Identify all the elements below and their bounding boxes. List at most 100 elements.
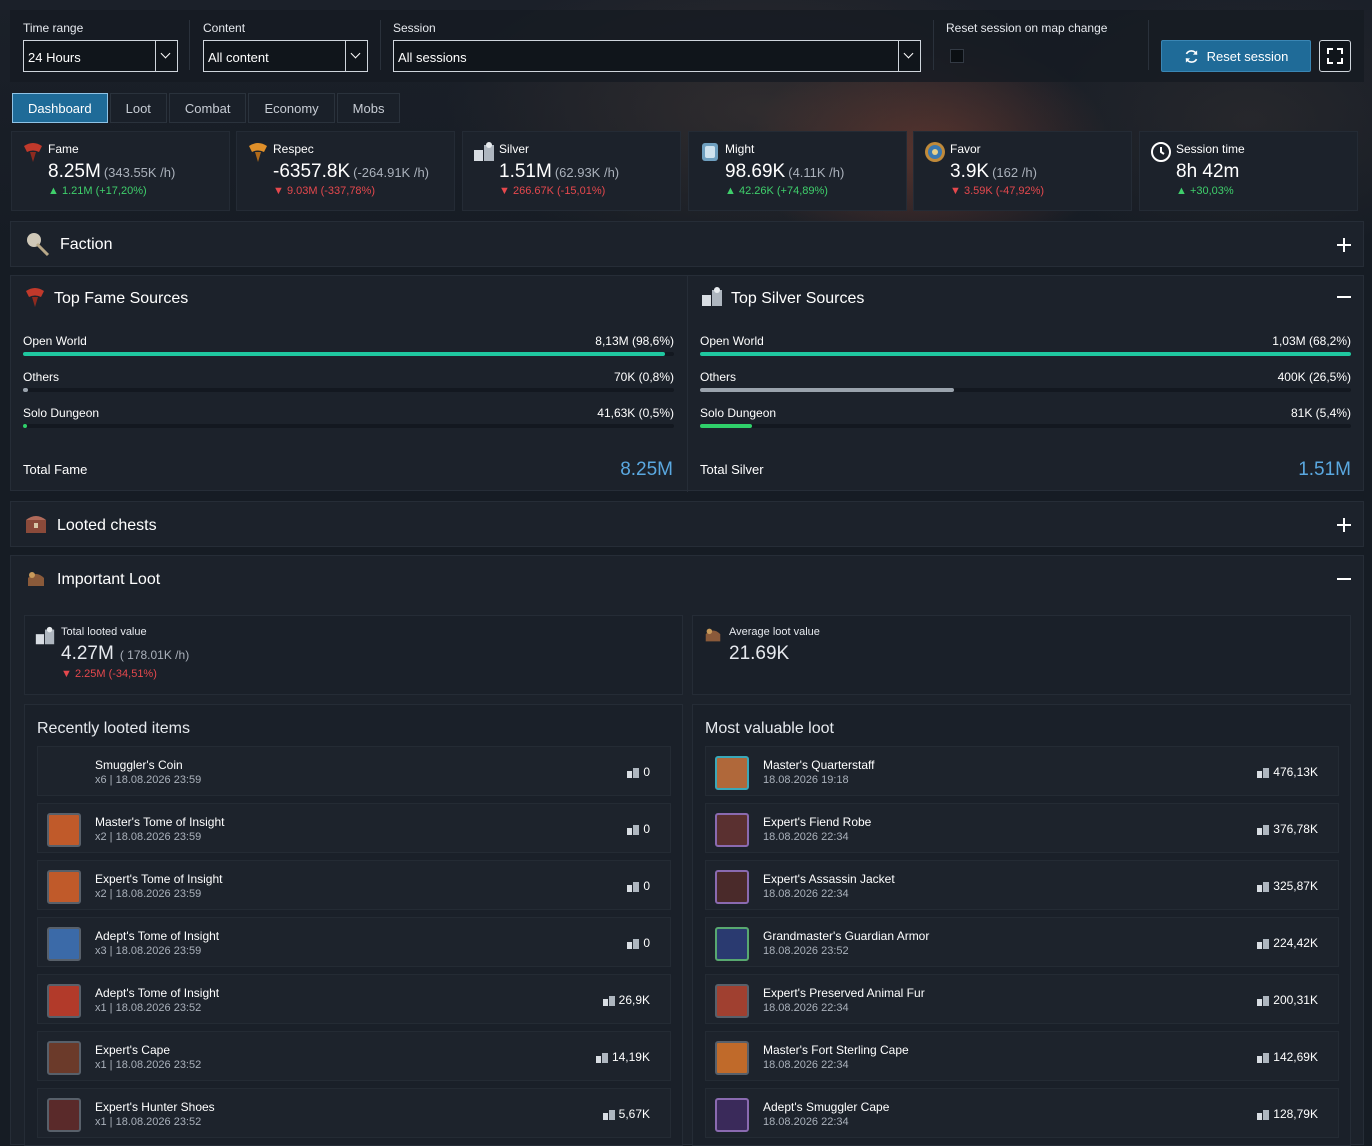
list-item[interactable]: Grandmaster's Guardian Armor 18.08.2026 2… (705, 917, 1339, 967)
item-icon (47, 813, 81, 847)
item-icon (715, 984, 749, 1018)
bar-fill (23, 352, 665, 356)
clock-icon (1151, 142, 1171, 162)
item-price: 376,78K (1257, 822, 1318, 836)
list-item[interactable]: Master's Tome of Insight x2 | 18.08.2026 … (37, 803, 671, 853)
silver-source-row: Others 400K (26,5%) (700, 370, 1351, 384)
item-price: 5,67K (602, 1107, 650, 1121)
item-name: Grandmaster's Guardian Armor (763, 929, 930, 943)
collapse-icon[interactable] (1337, 572, 1351, 586)
stat-card-fame: Fame 8.25M (343.55K /h) ▲ 1.21M (+17,20%) (11, 131, 230, 211)
looted-chests-panel[interactable]: Looted chests (10, 501, 1364, 547)
item-name: Smuggler's Coin (95, 758, 183, 772)
item-name: Expert's Hunter Shoes (95, 1100, 215, 1114)
stat-card-respec: Respec -6357.8K (-264.91K /h) ▼ 9.03M (-3… (236, 131, 455, 211)
item-icon (47, 756, 81, 790)
list-item[interactable]: Expert's Cape x1 | 18.08.2026 23:52 14,19K (37, 1031, 671, 1081)
tab-mobs[interactable]: Mobs (336, 93, 401, 123)
tab-combat[interactable]: Combat (168, 93, 247, 123)
total-fame-value: 8.25M (620, 459, 673, 480)
item-icon (715, 1041, 749, 1075)
fame-source-bar (23, 388, 674, 392)
stat-card-might: Might 98.69K (4.11K /h) ▲ 42.26K (+74,89%… (688, 131, 907, 211)
list-item[interactable]: Adept's Tome of Insight x1 | 18.08.2026 2… (37, 974, 671, 1024)
item-name: Expert's Assassin Jacket (763, 872, 895, 886)
average-loot-card: Average loot value 21.69K (692, 615, 1351, 695)
collapse-icon[interactable] (1337, 290, 1351, 304)
fame-icon (24, 143, 42, 162)
divider (189, 20, 190, 70)
list-item[interactable]: Expert's Hunter Shoes x1 | 18.08.2026 23:… (37, 1088, 671, 1138)
item-meta: 18.08.2026 23:52 (763, 945, 849, 957)
important-loot-panel: Important Loot Total looted value 4.27M(… (10, 555, 1364, 1146)
looted-chests-title: Looted chests (57, 517, 157, 534)
item-name: Master's Quarterstaff (763, 758, 875, 772)
tab-dashboard[interactable]: Dashboard (12, 93, 108, 123)
silver-icon (1257, 824, 1270, 835)
chevron-down-icon (898, 41, 920, 71)
item-name: Adept's Smuggler Cape (763, 1100, 890, 1114)
expand-icon[interactable] (1337, 238, 1351, 252)
content-select[interactable]: All content (203, 40, 368, 72)
list-item[interactable]: Expert's Assassin Jacket 18.08.2026 22:34… (705, 860, 1339, 910)
time-range-select[interactable]: 24 Hours (23, 40, 178, 72)
fame-source-row: Open World 8,13M (98,6%) (23, 334, 674, 348)
expand-icon[interactable] (1337, 518, 1351, 532)
divider (687, 276, 688, 492)
silver-icon (627, 767, 640, 778)
item-meta: x3 | 18.08.2026 23:59 (95, 945, 202, 957)
fame-source-row: Solo Dungeon 41,63K (0,5%) (23, 406, 674, 420)
item-icon (715, 756, 749, 790)
content-label: Content (203, 21, 246, 35)
fullscreen-button[interactable] (1319, 40, 1351, 72)
silver-icon (35, 626, 55, 645)
item-icon (47, 984, 81, 1018)
list-item[interactable]: Smuggler's Coin x6 | 18.08.2026 23:59 0 (37, 746, 671, 796)
silver-icon (1257, 995, 1270, 1006)
item-price: 476,13K (1257, 765, 1318, 779)
item-name: Expert's Fiend Robe (763, 815, 872, 829)
list-item[interactable]: Expert's Fiend Robe 18.08.2026 22:34 376,7… (705, 803, 1339, 853)
list-item[interactable]: Adept's Smuggler Cape 18.08.2026 22:34 128… (705, 1088, 1339, 1138)
item-name: Master's Fort Sterling Cape (763, 1043, 909, 1057)
loot-bag-icon (705, 628, 721, 642)
chevron-down-icon (345, 41, 367, 71)
tab-loot[interactable]: Loot (109, 93, 167, 123)
item-icon (715, 813, 749, 847)
item-name: Expert's Tome of Insight (95, 872, 223, 886)
item-name: Expert's Preserved Animal Fur (763, 986, 925, 1000)
tab-bar: Dashboard Loot Combat Economy Mobs (12, 93, 401, 123)
bar-fill (23, 424, 27, 428)
item-meta: 18.08.2026 22:34 (763, 888, 849, 900)
fame-source-bar (23, 424, 674, 428)
fame-icon (26, 288, 44, 307)
list-item[interactable]: Adept's Tome of Insight x3 | 18.08.2026 2… (37, 917, 671, 967)
reset-session-button[interactable]: Reset session (1161, 40, 1311, 72)
reset-on-map-checkbox[interactable] (950, 49, 964, 63)
fame-sources-title: Top Fame Sources (54, 290, 189, 307)
sources-panel: Top Fame Sources Top Silver Sources Open… (10, 275, 1364, 492)
list-item[interactable]: Expert's Tome of Insight x2 | 18.08.2026 … (37, 860, 671, 910)
total-fame-label: Total Fame (23, 462, 88, 477)
chest-icon (26, 516, 46, 533)
time-range-label: Time range (23, 21, 84, 35)
list-item[interactable]: Master's Fort Sterling Cape 18.08.2026 22… (705, 1031, 1339, 1081)
session-select[interactable]: All sessions (393, 40, 921, 72)
valuable-loot-list: Most valuable loot Master's Quarterstaff… (692, 704, 1351, 1146)
item-meta: x6 | 18.08.2026 23:59 (95, 774, 202, 786)
silver-icon (1257, 767, 1270, 778)
silver-icon (602, 1109, 615, 1120)
silver-icon (1257, 1109, 1270, 1120)
valuable-loot-title: Most valuable loot (705, 720, 834, 737)
refresh-icon (1185, 49, 1198, 63)
item-icon (47, 1098, 81, 1132)
tab-economy[interactable]: Economy (248, 93, 335, 123)
item-price: 0 (627, 879, 650, 893)
faction-title: Faction (60, 236, 113, 253)
list-item[interactable]: Expert's Preserved Animal Fur 18.08.2026 … (705, 974, 1339, 1024)
important-loot-title: Important Loot (57, 571, 161, 588)
recent-loot-title: Recently looted items (37, 720, 190, 737)
list-item[interactable]: Master's Quarterstaff 18.08.2026 19:18 476… (705, 746, 1339, 796)
faction-panel[interactable]: Faction (10, 221, 1364, 267)
silver-icon (627, 824, 640, 835)
